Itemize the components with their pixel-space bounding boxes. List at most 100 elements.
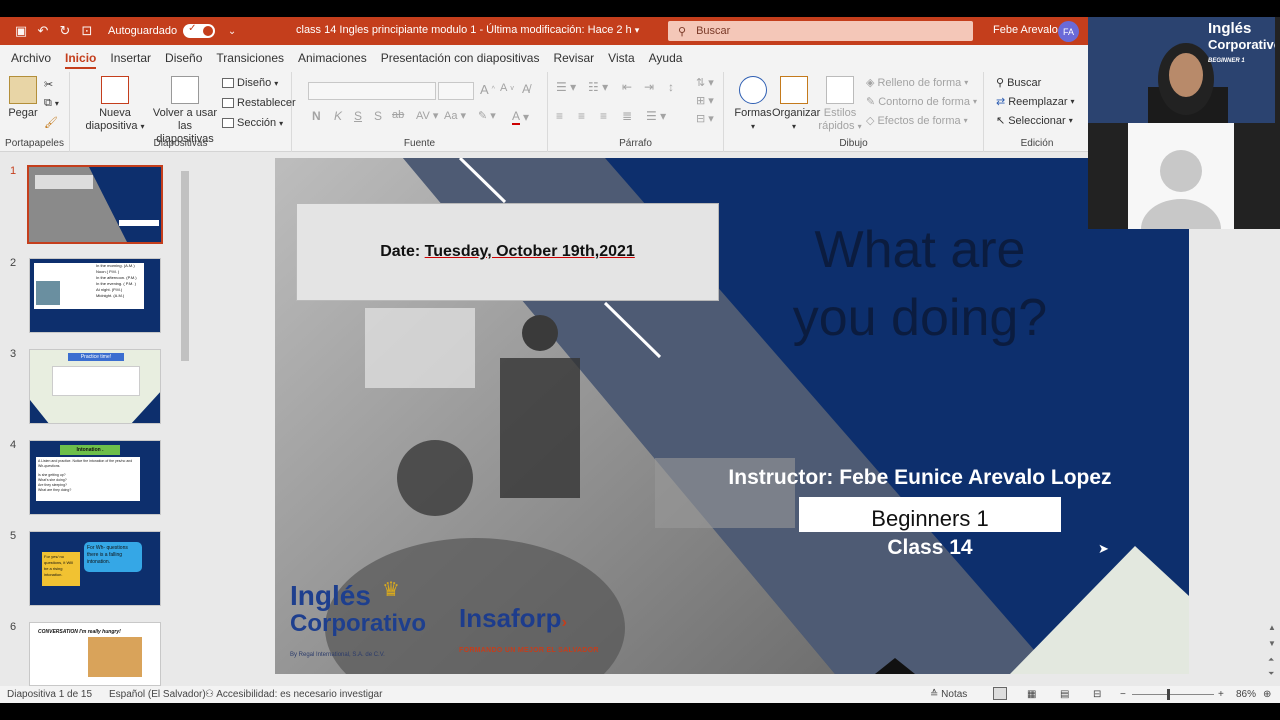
slideshow-icon[interactable]: ⊟ — [1093, 689, 1101, 700]
tab-vista[interactable]: Vista — [601, 45, 641, 72]
justify-button[interactable]: ≣ — [622, 109, 632, 123]
instructor-text[interactable]: Instructor: Febe Eunice Arevalo Lopez — [695, 466, 1145, 490]
reset-button[interactable]: Restablecer — [222, 97, 296, 109]
font-grow-button[interactable]: A ^ — [480, 82, 495, 97]
tab-presentacion[interactable]: Presentación con diapositivas — [374, 45, 547, 72]
copy-button[interactable]: ⧉ ▾ — [44, 97, 59, 110]
slide-thumbnail-3[interactable]: Practice time! — [29, 349, 161, 424]
tab-inicio[interactable]: Inicio — [58, 45, 103, 72]
bold-button[interactable]: N — [312, 109, 321, 123]
presenter-video[interactable]: Inglés Corporativo BEGINNER 1 — [1088, 17, 1275, 123]
find-button[interactable]: ⚲ Buscar — [996, 76, 1041, 90]
shape-effects-button[interactable]: ◇ Efectos de forma ▾ — [866, 114, 968, 128]
autosave[interactable]: Autoguardado ✓ ⌄ — [108, 23, 243, 38]
slide-canvas[interactable]: Date: Tuesday, October 19th,2021 What ar… — [275, 158, 1189, 674]
save-icon[interactable]: ▣ — [10, 23, 32, 39]
align-center-button[interactable]: ≡ — [578, 109, 585, 123]
shape-outline-button[interactable]: ✎ Contorno de forma ▾ — [866, 95, 977, 109]
shape-fill-button[interactable]: ◈ Relleno de forma ▾ — [866, 76, 968, 90]
participant-video[interactable] — [1128, 123, 1234, 259]
scroll-thumb[interactable] — [181, 171, 189, 361]
tab-transiciones[interactable]: Transiciones — [209, 45, 291, 72]
tab-diseno[interactable]: Diseño — [158, 45, 209, 72]
autosave-toggle[interactable]: ✓ — [183, 23, 216, 38]
tab-ayuda[interactable]: Ayuda — [642, 45, 690, 72]
cut-button[interactable]: ✂ — [44, 78, 53, 91]
section-button[interactable]: Sección ▾ — [222, 117, 283, 129]
smartart-button[interactable]: ⊟ ▾ — [696, 112, 714, 125]
font-shrink-button[interactable]: Av — [500, 82, 514, 94]
align-left-button[interactable]: ≡ — [556, 109, 563, 123]
slide-title[interactable]: What are you doing? — [755, 216, 1085, 352]
select-button[interactable]: ↖ Seleccionar ▾ — [996, 114, 1073, 128]
slide-thumbnail-2[interactable]: In the morning. (A.M.) Noon ( P.M. ) In … — [29, 258, 161, 333]
change-case-button[interactable]: Aa ▾ — [444, 109, 466, 122]
zoom-level[interactable]: 86% — [1236, 689, 1256, 700]
redo-icon[interactable]: ↻ — [54, 23, 76, 39]
next-slide-icon[interactable]: ⏷ — [1268, 669, 1274, 679]
prev-slide-icon[interactable]: ⏶ — [1268, 655, 1274, 665]
notes-button[interactable]: ≙ Notas — [930, 689, 967, 700]
align-right-button[interactable]: ≡ — [600, 109, 607, 123]
class-number-text[interactable]: Class 14 — [835, 536, 1025, 560]
undo-icon[interactable]: ↶ — [32, 23, 54, 39]
char-spacing-button[interactable]: AV ▾ — [416, 109, 438, 122]
tab-insertar[interactable]: Insertar — [103, 45, 158, 72]
tab-revisar[interactable]: Revisar — [546, 45, 601, 72]
replace-button[interactable]: ⇄ Reemplazar ▾ — [996, 95, 1075, 109]
accessibility-status[interactable]: ⚇ Accesibilidad: es necesario investigar — [205, 689, 382, 700]
highlight-button[interactable]: ✎ ▾ — [478, 109, 496, 122]
zoom-out-icon[interactable]: − — [1120, 689, 1126, 700]
zoom-slider-thumb[interactable] — [1167, 689, 1170, 700]
numbering-button[interactable]: ☷ ▾ — [588, 80, 608, 94]
avatar[interactable]: FA — [1058, 21, 1079, 42]
line-spacing-button[interactable]: ↕ — [668, 80, 674, 94]
shapes-button[interactable]: Formas ▾ — [734, 76, 772, 133]
thumbnail-scrollbar[interactable] — [179, 165, 191, 685]
strikethrough-button[interactable]: ab — [392, 109, 404, 121]
new-slide-button[interactable]: Nueva diapositiva ▾ — [84, 76, 146, 133]
document-title[interactable]: class 14 Ingles principiante modulo 1 - … — [296, 24, 639, 36]
zoom-in-icon[interactable]: + — [1218, 689, 1224, 700]
slide-sorter-icon[interactable]: ▦ — [1027, 689, 1036, 700]
underline-button[interactable]: S — [354, 109, 362, 123]
level-textbox[interactable]: Beginners 1 — [799, 497, 1061, 532]
slide-scrollbar[interactable]: ▲ ▼ ⏶ ⏷ — [1266, 153, 1280, 686]
align-text-button[interactable]: ⊞ ▾ — [696, 94, 714, 107]
font-family-select[interactable] — [308, 82, 436, 100]
language[interactable]: Español (El Salvador) — [109, 689, 206, 700]
present-icon[interactable]: ⊡ — [76, 23, 98, 39]
arrange-button[interactable]: Organizar ▾ — [772, 76, 820, 133]
font-size-select[interactable] — [438, 82, 474, 100]
font-color-button[interactable]: A ▾ — [512, 109, 529, 125]
zoom-slider[interactable] — [1132, 694, 1214, 695]
paste-button[interactable]: Pegar — [6, 76, 40, 120]
columns-button[interactable]: ☰ ▾ — [646, 109, 666, 123]
slide-thumbnail-1[interactable] — [27, 165, 163, 244]
customize-dropdown-icon[interactable]: ⌄ — [221, 26, 243, 37]
search-box[interactable]: ⚲ Buscar — [668, 21, 973, 41]
reuse-slides-button[interactable]: Volver a usar las diapositivas — [150, 76, 220, 146]
increase-indent-button[interactable]: ⇥ — [644, 80, 654, 94]
user-name[interactable]: Febe Arevalo — [993, 24, 1058, 36]
shadow-button[interactable]: S — [374, 109, 382, 123]
fit-to-window-icon[interactable]: ⊕ — [1263, 689, 1271, 700]
normal-view-icon[interactable] — [993, 687, 1007, 700]
scroll-down-icon[interactable]: ▼ — [1268, 639, 1276, 648]
italic-button[interactable]: K — [334, 109, 342, 123]
bullets-button[interactable]: ☰ ▾ — [556, 80, 576, 94]
format-painter-button[interactable]: 🖌 — [44, 116, 58, 129]
quick-styles-button[interactable]: Estilos rápidos ▾ — [818, 76, 862, 133]
clear-format-button[interactable]: A̸ — [522, 82, 530, 96]
slide-thumbnail-6[interactable]: CONVERSATION I'm really hungry! — [29, 622, 161, 686]
slide-thumbnail-4[interactable]: Intonation . A Listen and practice. Noti… — [29, 440, 161, 515]
decrease-indent-button[interactable]: ⇤ — [622, 80, 632, 94]
slide-thumbnail-5[interactable]: For yes/ no questions, it Will be a risi… — [29, 531, 161, 606]
tab-archivo[interactable]: Archivo — [4, 45, 58, 72]
date-textbox[interactable]: Date: Tuesday, October 19th,2021 — [296, 203, 719, 301]
reading-view-icon[interactable]: ▤ — [1060, 689, 1069, 700]
text-direction-button[interactable]: ⇅ ▾ — [696, 76, 714, 89]
scroll-up-icon[interactable]: ▲ — [1268, 623, 1276, 632]
layout-button[interactable]: Diseño ▾ — [222, 77, 278, 89]
tab-animaciones[interactable]: Animaciones — [291, 45, 374, 72]
